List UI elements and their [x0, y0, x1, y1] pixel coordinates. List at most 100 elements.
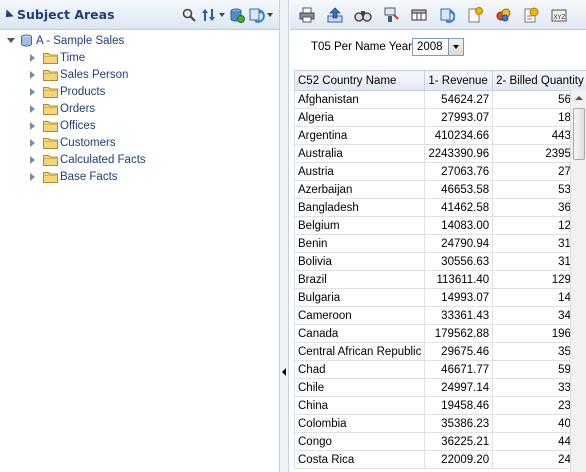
properties-icon[interactable]	[522, 6, 540, 24]
folder-icon	[43, 137, 58, 149]
refresh-icon[interactable]	[249, 7, 265, 23]
search-icon[interactable]	[181, 7, 197, 23]
tree-folder-item[interactable]: Base Facts	[0, 168, 146, 185]
tree-folder-label: Products	[60, 85, 106, 98]
export-icon[interactable]	[326, 6, 344, 24]
expand-collapse-icon[interactable]	[7, 38, 15, 43]
cell-country: Australia	[294, 144, 426, 163]
vertical-scrollbar[interactable]	[570, 90, 586, 472]
cell-revenue: 19458.46	[424, 396, 494, 415]
table-row: Azerbaijan46653.585303	[294, 180, 586, 199]
expand-icon[interactable]	[30, 155, 35, 164]
cell-country: Argentina	[294, 126, 426, 145]
tree-folder-label: Sales Person	[60, 68, 129, 81]
panel-splitter[interactable]	[280, 0, 289, 472]
tree-root-label: A - Sample Sales	[36, 34, 125, 47]
folder-icon	[43, 154, 58, 166]
table-row: Brazil 113611.40 12904	[294, 270, 586, 289]
cell-country: Belgium	[294, 216, 426, 235]
table-row: Central African Republic29675.463595	[294, 342, 586, 361]
collapse-panel-icon[interactable]	[2, 8, 14, 21]
expand-icon[interactable]	[30, 87, 35, 96]
cell-country: Azerbaijan	[294, 180, 426, 199]
cell-revenue: 14993.07	[424, 288, 494, 307]
scroll-up-icon[interactable]	[571, 90, 586, 106]
cell-country: Austria	[294, 162, 426, 181]
folder-icon	[43, 52, 58, 64]
expand-icon[interactable]	[30, 138, 35, 147]
cell-country: Congo	[294, 432, 426, 451]
column-header-revenue[interactable]: 1- Revenue	[424, 70, 494, 91]
tree-root[interactable]: A - Sample Sales	[0, 32, 146, 49]
table-row: Chad46671.775920	[294, 360, 586, 379]
column-header-country[interactable]: C52 Country Name	[294, 70, 426, 91]
table-row: Colombia35386.234048	[294, 414, 586, 433]
refresh-icon[interactable]	[438, 6, 456, 24]
cell-revenue: 41462.58	[424, 198, 494, 217]
table-body: Afghanistan54624.275644Algeria27993.0718…	[294, 90, 586, 469]
cell-revenue: 410234.66	[424, 126, 494, 145]
tree-folder-item[interactable]: Calculated Facts	[0, 151, 146, 168]
search-binoculars-icon[interactable]	[354, 6, 372, 24]
table-row: Congo36225.214410	[294, 432, 586, 451]
cell-revenue: 29675.46	[424, 342, 494, 361]
cell-revenue: 46653.58	[424, 180, 494, 199]
expand-icon[interactable]	[30, 172, 35, 181]
refresh-db-icon[interactable]	[229, 7, 245, 23]
table-row: Cameroon33361.433447	[294, 306, 586, 325]
cell-revenue: 24997.14	[424, 378, 494, 397]
expand-icon[interactable]	[30, 53, 35, 62]
tree-folder-label: Time	[60, 51, 86, 64]
table-row: Afghanistan54624.275644	[294, 90, 586, 109]
cell-revenue: 27993.07	[424, 108, 494, 127]
table-row: Chile24997.143329	[294, 378, 586, 397]
results-table: C52 Country Name 1- Revenue 2- Billed Qu…	[294, 70, 586, 469]
table-row: Bulgaria14993.071459	[294, 288, 586, 307]
expand-icon[interactable]	[30, 121, 35, 130]
subject-area-tree: A - Sample Sales Time Sales Person Product…	[0, 30, 146, 185]
sort-dropdown-icon[interactable]	[219, 12, 225, 17]
tree-folder-item[interactable]: Offices	[0, 117, 146, 134]
results-pane: XYZ T05 Per Name Year 2008 C52 Country N…	[290, 0, 586, 472]
cell-country: Afghanistan	[294, 90, 426, 109]
xyz-icon[interactable]: XYZ	[550, 6, 568, 24]
new-icon[interactable]	[466, 6, 484, 24]
settings-icon[interactable]	[494, 6, 512, 24]
cell-country: Bolivia	[294, 252, 426, 271]
chevron-down-icon[interactable]	[448, 39, 463, 55]
folder-icon	[43, 69, 58, 81]
svg-text:XYZ: XYZ	[554, 14, 566, 21]
tree-folder-item[interactable]: Sales Person	[0, 66, 146, 83]
refresh-dropdown-icon[interactable]	[267, 12, 273, 17]
cell-revenue: 24790.94	[424, 234, 494, 253]
tree-folder-label: Customers	[60, 136, 116, 149]
cell-revenue: 30556.63	[424, 252, 494, 271]
scrollbar-thumb[interactable]	[573, 108, 585, 160]
prompt-label: T05 Per Name Year	[311, 41, 413, 53]
panel-title: Subject Areas	[17, 7, 115, 22]
subject-areas-panel: Subject Areas A - Sample Sales Time Sales…	[0, 0, 280, 472]
expand-icon[interactable]	[30, 70, 35, 79]
table-row: China19458.462313	[294, 396, 586, 415]
tree-folder-item[interactable]: Orders	[0, 100, 146, 117]
results-table-container: C52 Country Name 1- Revenue 2- Billed Qu…	[294, 70, 586, 472]
cell-country: Bangladesh	[294, 198, 426, 217]
table-row: Bangladesh41462.583606	[294, 198, 586, 217]
tree-folder-item[interactable]: Customers	[0, 134, 146, 151]
collapse-left-icon[interactable]	[282, 368, 286, 376]
column-header-billed-quantity[interactable]: 2- Billed Quantity	[492, 70, 586, 91]
table-row: Canada 179562.88 19629	[294, 324, 586, 343]
sort-icon[interactable]	[201, 7, 217, 23]
tree-folder-item[interactable]: Products	[0, 83, 146, 100]
format-icon[interactable]	[382, 6, 400, 24]
expand-icon[interactable]	[30, 104, 35, 113]
cell-revenue: 27063.76	[424, 162, 494, 181]
print-icon[interactable]	[298, 6, 316, 24]
folder-icon	[43, 86, 58, 98]
table-row: Costa Rica22009.202414	[294, 450, 586, 469]
cell-country: Central African Republic	[294, 342, 426, 361]
year-select[interactable]: 2008	[412, 38, 464, 56]
tree-folder-item[interactable]: Time	[0, 49, 146, 66]
tree-folder-label: Offices	[60, 119, 96, 132]
column-icon[interactable]	[410, 6, 428, 24]
